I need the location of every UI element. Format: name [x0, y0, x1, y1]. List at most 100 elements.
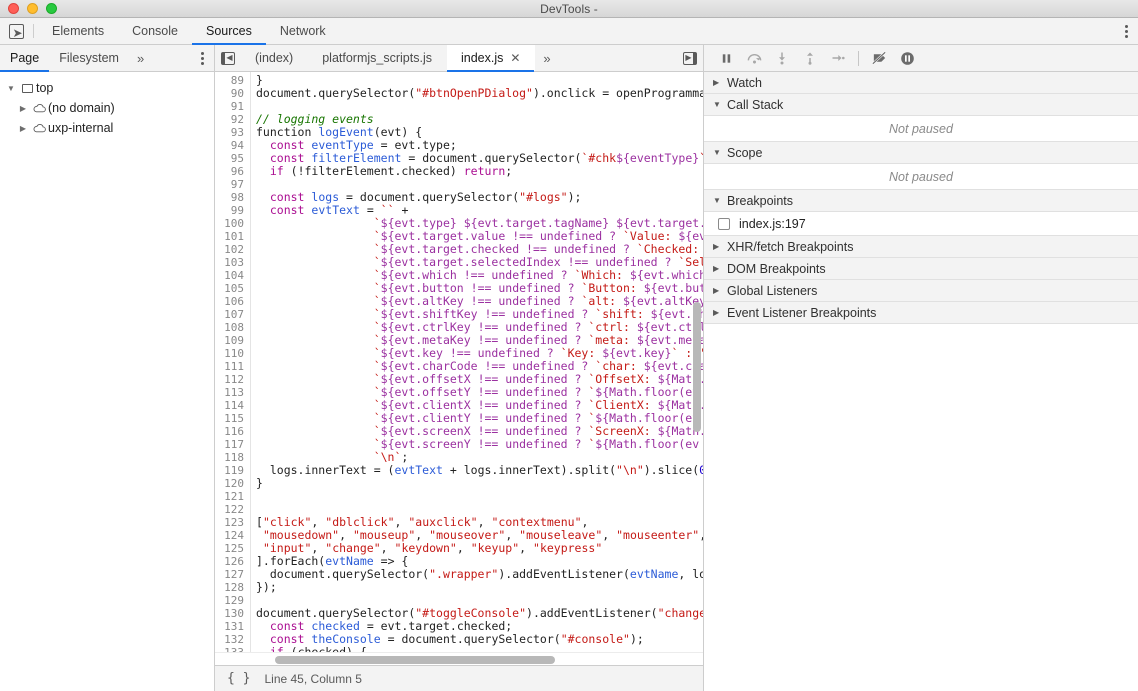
- line-number[interactable]: 109: [215, 334, 250, 347]
- tab-elements[interactable]: Elements: [38, 18, 118, 44]
- collapse-navigator-button[interactable]: ◀: [215, 45, 241, 71]
- toolbar-divider: [858, 50, 859, 66]
- line-number[interactable]: 96: [215, 165, 250, 178]
- pretty-print-braces-icon[interactable]: { }: [227, 671, 250, 686]
- line-number[interactable]: 123: [215, 516, 250, 529]
- line-number[interactable]: 103: [215, 256, 250, 269]
- tab-console[interactable]: Console: [118, 18, 192, 44]
- line-number[interactable]: 108: [215, 321, 250, 334]
- tree-item-no-domain[interactable]: ▶ (no domain): [0, 98, 214, 118]
- expand-panel-button[interactable]: ▶: [677, 45, 703, 71]
- line-number[interactable]: 104: [215, 269, 250, 282]
- breakpoint-item[interactable]: index.js:197: [704, 212, 1138, 236]
- line-number[interactable]: 92: [215, 113, 250, 126]
- triangle-right-icon[interactable]: ▶: [16, 124, 30, 133]
- panel-header-scope[interactable]: ▼ Scope: [704, 142, 1138, 164]
- line-number[interactable]: 105: [215, 282, 250, 295]
- minimize-window-button[interactable]: [27, 3, 38, 14]
- kebab-menu-icon[interactable]: [1125, 18, 1128, 44]
- editor-vertical-scrollbar[interactable]: [693, 302, 701, 432]
- line-number[interactable]: 114: [215, 399, 250, 412]
- line-number[interactable]: 98: [215, 191, 250, 204]
- panel-header-call-stack[interactable]: ▼ Call Stack: [704, 94, 1138, 116]
- triangle-right-icon: ▶: [713, 286, 720, 295]
- line-number[interactable]: 97: [215, 178, 250, 191]
- toolbar-divider: [33, 24, 34, 38]
- tab-sources[interactable]: Sources: [191, 18, 266, 45]
- file-tabs-overflow-icon[interactable]: »: [535, 45, 558, 71]
- line-number[interactable]: 128: [215, 581, 250, 594]
- pause-on-exceptions-button[interactable]: [893, 45, 921, 72]
- line-number[interactable]: 122: [215, 503, 250, 516]
- line-number[interactable]: 110: [215, 347, 250, 360]
- panel-header-breakpoints[interactable]: ▼ Breakpoints: [704, 190, 1138, 212]
- debugger-sidebar: ▶ Watch ▼ Call Stack Not paused ▼ Scope …: [704, 45, 1138, 691]
- step-into-button[interactable]: [768, 45, 796, 72]
- line-number[interactable]: 117: [215, 438, 250, 451]
- step-over-button[interactable]: [740, 45, 768, 72]
- line-number[interactable]: 125: [215, 542, 250, 555]
- deactivate-breakpoints-button[interactable]: [865, 45, 893, 72]
- panel-header-dom-breakpoints[interactable]: ▶ DOM Breakpoints: [704, 258, 1138, 280]
- step-out-button[interactable]: [796, 45, 824, 72]
- line-number[interactable]: 131: [215, 620, 250, 633]
- triangle-down-icon[interactable]: ▼: [4, 84, 18, 93]
- code-editor[interactable]: 89 90 91 92 93 94 95 96 97 98 99 100 101 102 103 104 105…: [215, 72, 703, 652]
- file-tab-index-js[interactable]: index.js ✕: [446, 45, 536, 72]
- collapse-navigator-icon: ◀: [221, 51, 235, 65]
- line-number[interactable]: 130: [215, 607, 250, 620]
- pause-resume-button[interactable]: [712, 45, 740, 72]
- line-number[interactable]: 95: [215, 152, 250, 165]
- line-number[interactable]: 89: [215, 74, 250, 87]
- line-number[interactable]: 99: [215, 204, 250, 217]
- line-number[interactable]: 113: [215, 386, 250, 399]
- step-button[interactable]: [824, 45, 852, 72]
- line-number[interactable]: 115: [215, 412, 250, 425]
- close-tab-icon[interactable]: ✕: [510, 52, 520, 64]
- line-number[interactable]: 119: [215, 464, 250, 477]
- panel-header-event-listener-breakpoints[interactable]: ▶ Event Listener Breakpoints: [704, 302, 1138, 324]
- line-number[interactable]: 106: [215, 295, 250, 308]
- close-window-button[interactable]: [8, 3, 19, 14]
- code-line: if (!filterElement.checked) return;: [269, 164, 513, 178]
- breakpoint-checkbox[interactable]: [718, 217, 730, 230]
- line-number[interactable]: 107: [215, 308, 250, 321]
- line-number[interactable]: 121: [215, 490, 250, 503]
- code-content[interactable]: } document.querySelector("#btnOpenPDialog…: [251, 72, 703, 653]
- line-number[interactable]: 120: [215, 477, 250, 490]
- line-number[interactable]: 127: [215, 568, 250, 581]
- tab-network[interactable]: Network: [266, 18, 340, 44]
- call-stack-empty-message: Not paused: [704, 116, 1138, 142]
- tree-item-top[interactable]: ▼ top: [0, 78, 214, 98]
- nav-tab-page[interactable]: Page: [0, 45, 50, 72]
- line-number[interactable]: 91: [215, 100, 250, 113]
- line-number[interactable]: 94: [215, 139, 250, 152]
- maximize-window-button[interactable]: [46, 3, 57, 14]
- line-number[interactable]: 102: [215, 243, 250, 256]
- panel-header-global-listeners[interactable]: ▶ Global Listeners: [704, 280, 1138, 302]
- line-number[interactable]: 118: [215, 451, 250, 464]
- editor-horizontal-scrollbar[interactable]: [275, 656, 555, 664]
- inspect-element-button[interactable]: ➤: [3, 18, 29, 44]
- tree-item-uxp-internal[interactable]: ▶ uxp-internal: [0, 118, 214, 138]
- line-number[interactable]: 129: [215, 594, 250, 607]
- panel-header-xhr-fetch-breakpoints[interactable]: ▶ XHR/fetch Breakpoints: [704, 236, 1138, 258]
- nav-tab-filesystem[interactable]: Filesystem: [49, 45, 129, 71]
- chevron-double-right-icon[interactable]: »: [129, 45, 152, 71]
- line-number[interactable]: 90: [215, 87, 250, 100]
- file-tab-platformjs-scripts[interactable]: platformjs_scripts.js: [308, 45, 447, 71]
- traffic-lights: [8, 3, 57, 14]
- navigator-kebab-menu-icon[interactable]: [201, 45, 204, 71]
- line-number[interactable]: 116: [215, 425, 250, 438]
- line-number[interactable]: 126: [215, 555, 250, 568]
- file-tab-index[interactable]: (index): [241, 45, 308, 71]
- line-number[interactable]: 124: [215, 529, 250, 542]
- line-number[interactable]: 112: [215, 373, 250, 386]
- panel-header-watch[interactable]: ▶ Watch: [704, 72, 1138, 94]
- line-number[interactable]: 101: [215, 230, 250, 243]
- line-number[interactable]: 100: [215, 217, 250, 230]
- line-number[interactable]: 132: [215, 633, 250, 646]
- line-number[interactable]: 111: [215, 360, 250, 373]
- line-number[interactable]: 93: [215, 126, 250, 139]
- triangle-right-icon[interactable]: ▶: [16, 104, 30, 113]
